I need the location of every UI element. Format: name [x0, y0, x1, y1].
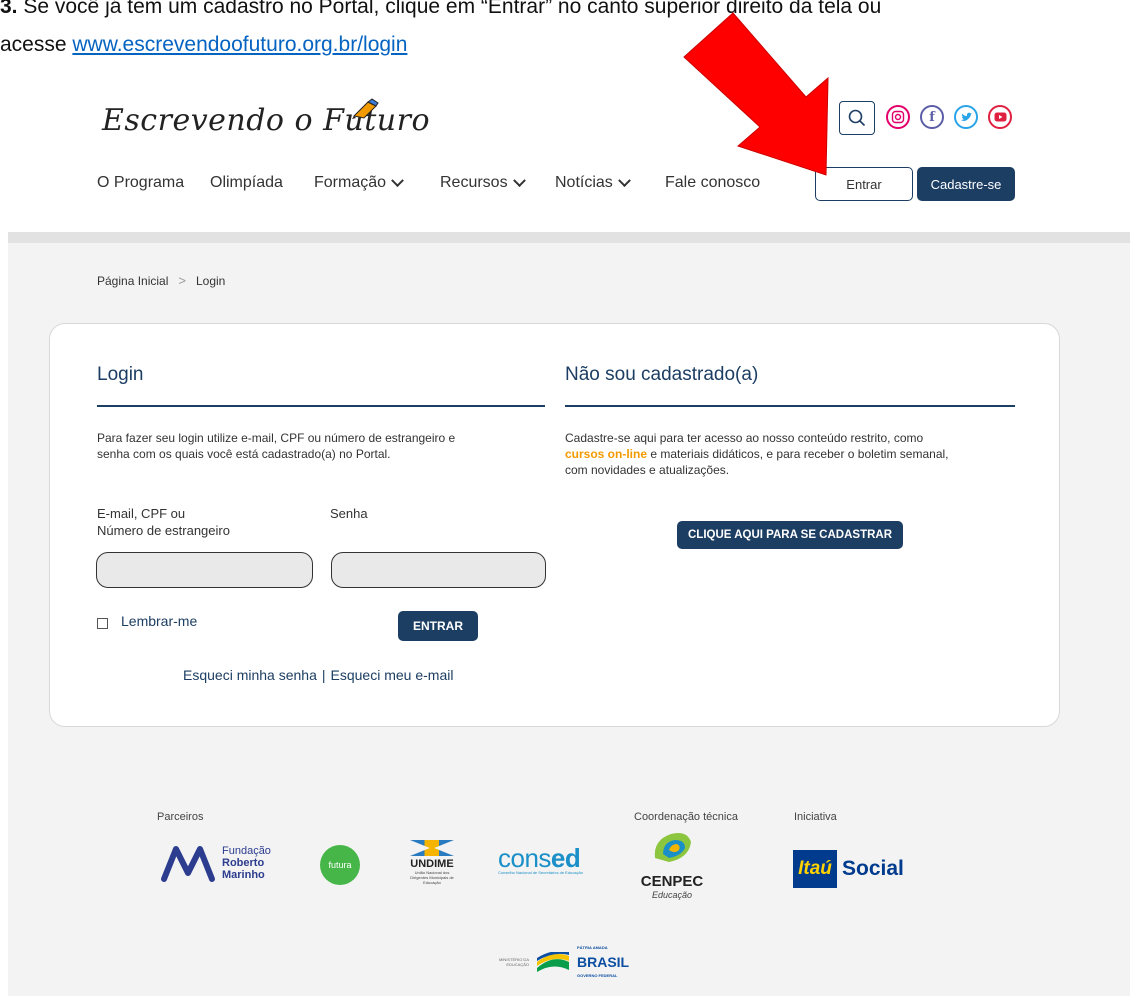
nav-item-olimpiada[interactable]: Olimpíada — [210, 174, 283, 192]
search-icon — [848, 109, 866, 127]
login-description-line: senha com os quais você está cadastrado(… — [97, 447, 391, 461]
link-prefix: acesse — [0, 33, 73, 56]
login-url-link[interactable]: www.escrevendoofuturo.org.br/login — [72, 33, 407, 56]
governo-federal-logo[interactable]: MINISTÉRIO DA EDUCAÇÃO PÁTRIA AMADA BRAS… — [491, 941, 629, 983]
register-description-text: e materiais didáticos, e para receber o … — [647, 447, 949, 461]
breadcrumb-current: Login — [195, 273, 226, 288]
login-description-line: Para fazer seu login utilize e-mail, CPF… — [97, 431, 456, 445]
password-label: Senha — [330, 506, 368, 521]
forgot-email-link[interactable]: Esqueci meu e-mail — [331, 667, 454, 683]
undime-mark-icon — [410, 840, 454, 856]
breadcrumb-separator: > — [178, 273, 186, 288]
cursos-online-link[interactable]: cursos on-line — [565, 447, 647, 461]
login-title: Login — [97, 364, 144, 385]
undime-logo[interactable]: UNDIME União Nacional dos Dirigentes Mun… — [407, 840, 457, 885]
gov-brasil-word: BRASIL — [577, 954, 630, 970]
email-label: E-mail, CPF ou Número de estrangeiro — [97, 505, 230, 539]
email-field[interactable] — [96, 552, 313, 588]
consed-name-a: cons — [498, 843, 551, 873]
instruction-text: Se você já tem um cadastro no Portal, cl… — [17, 0, 882, 18]
brasil-flag-icon — [537, 952, 569, 972]
forgot-links: Esqueci minha senha | Esqueci meu e-mail — [183, 667, 453, 683]
frm-line: Fundação — [222, 845, 271, 857]
coordination-label: Coordenação técnica — [634, 811, 738, 823]
itau-social-logo[interactable]: Itaú Social — [793, 850, 904, 888]
forgot-password-link[interactable]: Esqueci minha senha — [183, 667, 317, 683]
email-label-line: E-mail, CPF ou — [97, 506, 186, 521]
consed-name-b: ed — [550, 843, 581, 873]
instruction-line: 3. Se você já tem um cadastro no Portal,… — [0, 0, 1130, 22]
itau-box: Itaú — [793, 850, 837, 888]
header-cadastre-button[interactable]: Cadastre-se — [917, 167, 1015, 201]
instagram-icon[interactable] — [886, 105, 910, 129]
remember-me-checkbox[interactable] — [97, 618, 108, 629]
futura-logo[interactable]: futura — [320, 845, 360, 885]
cenpec-mark-icon — [654, 833, 691, 862]
password-field[interactable] — [331, 552, 546, 588]
nav-label: Formação — [314, 174, 387, 191]
register-button[interactable]: CLIQUE AQUI PARA SE CADASTRAR — [677, 521, 903, 549]
consed-name: consed — [498, 843, 583, 873]
register-description-line: cursos on-line e materiais didáticos, e … — [565, 446, 949, 462]
breadcrumb: Página Inicial > Login — [97, 273, 225, 288]
undime-name: UNDIME — [410, 858, 454, 870]
frm-mark-icon — [161, 846, 215, 882]
partners-label: Parceiros — [157, 811, 204, 823]
chevron-down-icon — [617, 173, 631, 187]
search-button[interactable] — [839, 101, 875, 135]
itau-social-text: Social — [842, 857, 904, 880]
frm-text: Fundação Roberto Marinho — [222, 845, 271, 881]
login-description: Para fazer seu login utilize e-mail, CPF… — [97, 430, 455, 462]
register-title-rule — [565, 405, 1015, 407]
forgot-separator: | — [321, 667, 326, 683]
gov-top-text: PÁTRIA AMADA — [577, 945, 608, 950]
frm-line: Marinho — [222, 869, 265, 881]
mec-text: MINISTÉRIO DA EDUCAÇÃO — [498, 957, 529, 967]
nav-item-programa[interactable]: O Programa — [97, 174, 184, 192]
nav-item-recursos[interactable]: Recursos — [440, 173, 526, 192]
nav-item-noticias[interactable]: Notícias — [555, 173, 631, 192]
nav-item-formacao[interactable]: Formação — [314, 173, 404, 192]
email-label-line: Número de estrangeiro — [97, 523, 230, 538]
consed-subtitle: Conselho Nacional de Secretários de Educ… — [498, 870, 583, 875]
site-logo[interactable]: Escrevendo o Futuro — [102, 103, 430, 138]
cenpec-subtitle: Educação — [651, 890, 693, 900]
register-description: Cadastre-se aqui para ter acesso ao noss… — [565, 430, 949, 478]
header-entrar-button[interactable]: Entrar — [815, 167, 913, 201]
twitter-icon[interactable] — [954, 105, 978, 129]
main-top-divider — [8, 232, 1130, 243]
facebook-icon[interactable]: f — [920, 105, 944, 129]
nav-label: Recursos — [440, 174, 508, 191]
remember-me-label[interactable]: Lembrar-me — [121, 613, 197, 629]
nav-item-fale-conosco[interactable]: Fale conosco — [665, 174, 760, 192]
undime-subtitle: União Nacional dos Dirigentes Municipais… — [410, 870, 454, 885]
instruction-link-line: acesse www.escrevendoofuturo.org.br/logi… — [0, 30, 407, 60]
cenpec-logo[interactable]: CENPEC Educação — [632, 828, 712, 900]
breadcrumb-home[interactable]: Página Inicial — [97, 274, 168, 288]
register-title: Não sou cadastrado(a) — [565, 364, 759, 385]
frm-line: Roberto — [222, 857, 265, 869]
youtube-icon[interactable] — [988, 105, 1012, 129]
gov-bottom-text: GOVERNO FEDERAL — [577, 973, 618, 978]
chevron-down-icon — [391, 173, 404, 187]
register-description-line: Cadastre-se aqui para ter acesso ao noss… — [565, 431, 924, 445]
initiative-label: Iniciativa — [794, 811, 837, 823]
fundacao-roberto-marinho-logo[interactable]: Fundação Roberto Marinho — [160, 843, 271, 883]
cenpec-name: CENPEC — [640, 873, 704, 890]
nav-label: Notícias — [555, 174, 613, 191]
login-submit-button[interactable]: ENTRAR — [398, 611, 478, 641]
nav-label: Fale conosco — [665, 174, 761, 191]
register-description-line: com novidades e atualizações. — [565, 463, 730, 477]
pencil-logo-icon — [352, 98, 379, 119]
login-title-rule — [97, 405, 545, 407]
nav-label: Olimpíada — [210, 174, 283, 191]
step-number: 3. — [0, 0, 18, 18]
consed-logo[interactable]: consed Conselho Nacional de Secretários … — [498, 843, 583, 875]
brasil-text: PÁTRIA AMADA BRASIL GOVERNO FEDERAL — [577, 941, 629, 983]
chevron-down-icon — [512, 173, 526, 187]
nav-label: O Programa — [97, 174, 185, 191]
